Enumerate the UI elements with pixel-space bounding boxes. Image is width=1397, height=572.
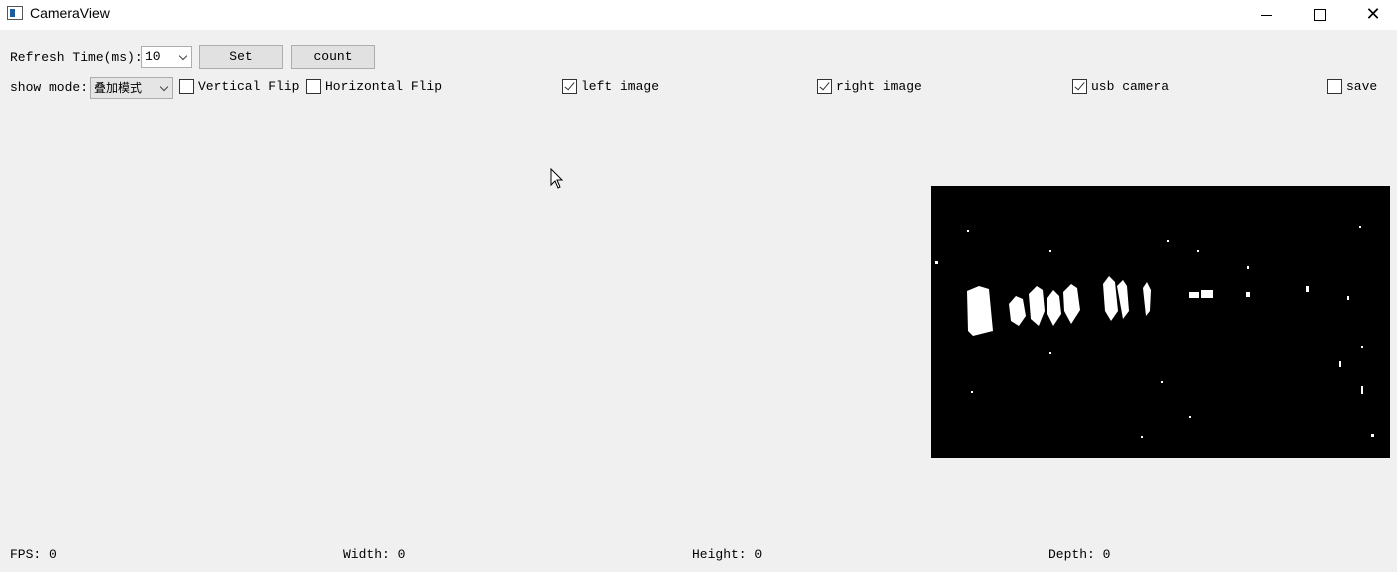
app-window-icon [7, 6, 23, 20]
maximize-button[interactable] [1297, 0, 1343, 30]
fps-status: FPS: 0 [10, 547, 57, 562]
depth-mask-image [931, 186, 1390, 458]
show-mode-label: show mode: [10, 80, 89, 95]
show-mode-select[interactable]: 叠加模式 [90, 77, 173, 99]
width-status: Width: 0 [343, 547, 406, 562]
mouse-cursor-icon [550, 168, 564, 189]
chevron-down-icon [159, 82, 169, 92]
checkmark-icon [1072, 79, 1087, 94]
usb-camera-label: usb camera [1091, 79, 1170, 94]
chevron-down-icon [178, 51, 188, 61]
refresh-time-value: 10 [145, 49, 161, 64]
checkbox-icon [179, 79, 194, 94]
depth-status: Depth: 0 [1048, 547, 1111, 562]
horizontal-flip-label: Horizontal Flip [325, 79, 443, 94]
checkmark-icon [817, 79, 832, 94]
left-image-checkbox[interactable]: left image [562, 79, 659, 94]
vertical-flip-checkbox[interactable]: Vertical Flip [179, 79, 299, 94]
checkbox-icon [1327, 79, 1342, 94]
close-button[interactable]: ✕ [1350, 0, 1396, 30]
close-icon: ✕ [1365, 4, 1381, 25]
height-status: Height: 0 [692, 547, 763, 562]
checkmark-icon [562, 79, 577, 94]
maximize-icon [1314, 9, 1326, 21]
show-mode-value: 叠加模式 [94, 81, 143, 95]
refresh-time-label: Refresh Time(ms): [10, 50, 143, 65]
vertical-flip-label: Vertical Flip [198, 79, 300, 94]
minimize-icon [1260, 14, 1272, 16]
usb-camera-checkbox[interactable]: usb camera [1072, 79, 1169, 94]
set-button[interactable]: Set [199, 45, 283, 69]
save-checkbox[interactable]: save [1327, 79, 1377, 94]
minimize-button[interactable] [1243, 0, 1289, 30]
right-image-checkbox[interactable]: right image [817, 79, 922, 94]
right-image-label: right image [836, 79, 922, 94]
save-label: save [1346, 79, 1378, 94]
horizontal-flip-checkbox[interactable]: Horizontal Flip [306, 79, 442, 94]
window-title: CameraView [30, 5, 110, 21]
count-button[interactable]: count [291, 45, 375, 69]
refresh-time-select[interactable]: 10 [141, 46, 192, 68]
title-bar: CameraView ✕ [0, 0, 1397, 30]
camera-preview [931, 186, 1390, 458]
checkbox-icon [306, 79, 321, 94]
left-image-label: left image [581, 79, 660, 94]
